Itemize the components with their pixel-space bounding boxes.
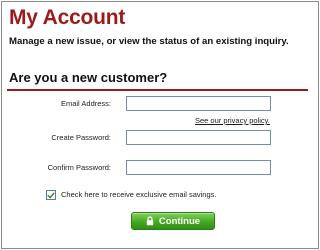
checkmark-icon bbox=[47, 192, 55, 198]
account-panel: My Account Manage a new issue, or view t… bbox=[1, 1, 319, 249]
email-savings-checkbox[interactable] bbox=[46, 190, 56, 200]
email-savings-label: Check here to receive exclusive email sa… bbox=[61, 190, 217, 199]
create-password-field[interactable] bbox=[126, 130, 271, 145]
create-password-label: Create Password: bbox=[51, 133, 111, 142]
page-title: My Account bbox=[9, 6, 126, 29]
email-field[interactable] bbox=[126, 96, 271, 111]
continue-label: Continue bbox=[158, 215, 201, 227]
section-divider bbox=[7, 89, 308, 91]
section-heading: Are you a new customer? bbox=[9, 70, 168, 85]
email-label: Email Address: bbox=[60, 99, 111, 108]
privacy-policy-link[interactable]: See our privacy policy. bbox=[195, 116, 270, 125]
confirm-password-label: Confirm Password: bbox=[47, 163, 111, 172]
page-subtitle: Manage a new issue, or view the status o… bbox=[9, 36, 289, 47]
confirm-password-field[interactable] bbox=[126, 160, 271, 175]
continue-button[interactable]: Continue bbox=[131, 212, 215, 230]
lock-icon bbox=[146, 216, 154, 226]
